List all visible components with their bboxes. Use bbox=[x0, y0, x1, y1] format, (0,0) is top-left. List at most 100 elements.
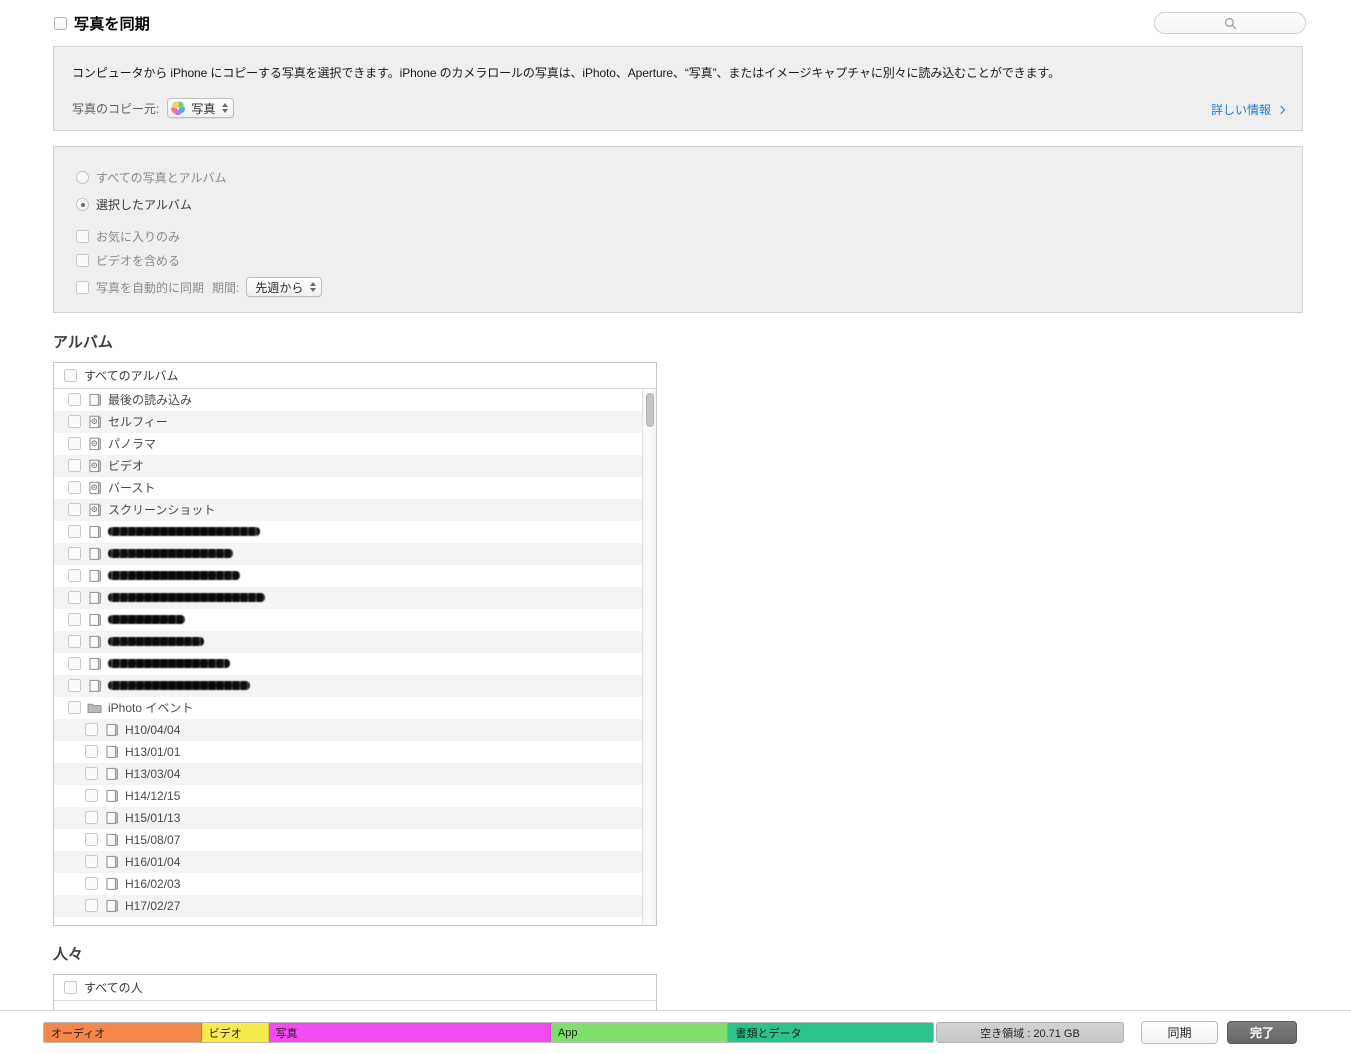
search-input[interactable] bbox=[1154, 12, 1306, 34]
album-row-checkbox[interactable] bbox=[68, 613, 81, 626]
album-row[interactable] bbox=[54, 675, 656, 697]
people-select-all-checkbox[interactable] bbox=[64, 981, 77, 994]
album-row-checkbox[interactable] bbox=[85, 789, 98, 802]
checkbox-icon-favorites[interactable] bbox=[76, 230, 89, 243]
album-row-checkbox[interactable] bbox=[68, 503, 81, 516]
album-row-label: パノラマ bbox=[108, 437, 157, 451]
capacity-bar: オーディオ ビデオ 写真 App 書類とデータ bbox=[43, 1022, 934, 1043]
album-row[interactable] bbox=[54, 543, 656, 565]
radio-all-photos-albums[interactable]: すべての写真とアルバム bbox=[76, 169, 227, 186]
album-row-checkbox[interactable] bbox=[85, 877, 98, 890]
smart-album-icon bbox=[87, 436, 102, 451]
album-row-checkbox[interactable] bbox=[68, 481, 81, 494]
album-row[interactable]: 最後の読み込み bbox=[54, 389, 656, 411]
album-row-checkbox[interactable] bbox=[85, 767, 98, 780]
album-row-checkbox[interactable] bbox=[68, 591, 81, 604]
checkbox-favorites-only[interactable]: お気に入りのみ bbox=[76, 228, 180, 245]
album-row-checkbox[interactable] bbox=[68, 679, 81, 692]
album-row-redacted-label bbox=[108, 593, 265, 602]
sync-button[interactable]: 同期 bbox=[1141, 1021, 1218, 1044]
album-row[interactable] bbox=[54, 609, 656, 631]
albums-select-all-row[interactable]: すべてのアルバム bbox=[54, 363, 656, 389]
album-icon bbox=[87, 525, 102, 539]
copy-source-value: 写真 bbox=[191, 101, 216, 116]
checkbox-include-videos[interactable]: ビデオを含める bbox=[76, 252, 180, 269]
album-row-label: バースト bbox=[108, 481, 156, 495]
radio-all-label: すべての写真とアルバム bbox=[96, 171, 227, 185]
album-row[interactable]: H13/03/04 bbox=[54, 763, 656, 785]
album-row[interactable]: パノラマ bbox=[54, 433, 656, 455]
checkbox-auto-sync-row[interactable]: 写真を自動的に同期 期間: 先週から bbox=[76, 277, 323, 297]
checkbox-icon-auto-sync[interactable] bbox=[76, 280, 89, 294]
album-row[interactable]: H16/01/04 bbox=[54, 851, 656, 873]
done-button[interactable]: 完了 bbox=[1227, 1021, 1297, 1044]
free-space-indicator: 空き領域 : 20.71 GB bbox=[936, 1022, 1124, 1043]
album-row[interactable]: スクリーンショット bbox=[54, 499, 656, 521]
album-row[interactable]: H16/02/03 bbox=[54, 873, 656, 895]
album-row[interactable]: セルフィー bbox=[54, 411, 656, 433]
chevron-updown-icon bbox=[222, 103, 229, 113]
period-dropdown[interactable]: 先週から bbox=[246, 277, 323, 297]
album-row-checkbox[interactable] bbox=[68, 525, 81, 538]
album-icon bbox=[87, 569, 102, 583]
album-icon bbox=[87, 657, 102, 671]
sync-photos-toggle[interactable]: 写真を同期 bbox=[54, 13, 150, 34]
radio-icon-selected[interactable] bbox=[76, 198, 89, 211]
album-row[interactable]: H17/02/27 bbox=[54, 895, 656, 917]
album-row-checkbox[interactable] bbox=[85, 833, 98, 846]
album-row-label: ビデオ bbox=[108, 459, 145, 473]
album-row[interactable]: H15/01/13 bbox=[54, 807, 656, 829]
album-row-checkbox[interactable] bbox=[85, 855, 98, 868]
sync-photos-checkbox[interactable] bbox=[54, 17, 67, 30]
radio-selected-albums[interactable]: 選択したアルバム bbox=[76, 196, 192, 213]
album-row[interactable]: H13/01/01 bbox=[54, 741, 656, 763]
album-row-checkbox[interactable] bbox=[85, 745, 98, 758]
album-row-checkbox[interactable] bbox=[68, 657, 81, 670]
album-row[interactable]: H14/12/15 bbox=[54, 785, 656, 807]
album-row-checkbox[interactable] bbox=[68, 415, 81, 428]
album-row[interactable] bbox=[54, 521, 656, 543]
album-row[interactable] bbox=[54, 631, 656, 653]
radio-selected-label: 選択したアルバム bbox=[96, 198, 192, 212]
album-row[interactable]: ビデオ bbox=[54, 455, 656, 477]
albums-scrollbar-thumb[interactable] bbox=[646, 393, 654, 427]
capacity-segment-label: 書類とデータ bbox=[735, 1027, 802, 1040]
album-icon bbox=[87, 635, 102, 649]
album-row[interactable] bbox=[54, 587, 656, 609]
header-bar: 写真を同期 bbox=[0, 0, 1351, 44]
album-row[interactable] bbox=[54, 565, 656, 587]
album-icon bbox=[104, 833, 119, 847]
album-row[interactable]: H15/08/07 bbox=[54, 829, 656, 851]
checkbox-favorites-label: お気に入りのみ bbox=[96, 230, 181, 244]
album-row-checkbox[interactable] bbox=[68, 547, 81, 560]
more-info-link[interactable]: 詳しい情報 bbox=[1211, 101, 1286, 118]
album-row-label: H15/01/13 bbox=[125, 810, 181, 825]
album-row-checkbox[interactable] bbox=[68, 459, 81, 472]
album-row-checkbox[interactable] bbox=[68, 635, 81, 648]
albums-list[interactable]: 最後の読み込み セルフィーパノラマビデオバーストスクリーンショット iPhoto イ… bbox=[54, 389, 656, 925]
album-row-checkbox[interactable] bbox=[85, 811, 98, 824]
album-row-checkbox[interactable] bbox=[68, 437, 81, 450]
smart-album-icon bbox=[87, 502, 102, 517]
album-row-checkbox[interactable] bbox=[85, 723, 98, 736]
album-row[interactable] bbox=[54, 653, 656, 675]
album-row-label: H13/03/04 bbox=[125, 766, 181, 781]
album-row-label: H10/04/04 bbox=[125, 722, 181, 737]
radio-icon-all[interactable] bbox=[76, 171, 89, 184]
checkbox-videos-label: ビデオを含める bbox=[96, 254, 181, 268]
album-row[interactable]: バースト bbox=[54, 477, 656, 499]
albums-select-all-checkbox[interactable] bbox=[64, 369, 77, 382]
album-row-checkbox[interactable] bbox=[85, 899, 98, 912]
options-panel: すべての写真とアルバム 選択したアルバム お気に入りのみ ビデオを含める 写真を… bbox=[53, 146, 1303, 313]
checkbox-icon-videos[interactable] bbox=[76, 254, 89, 267]
album-row[interactable]: iPhoto イベント bbox=[54, 697, 656, 719]
album-row-label: H13/01/01 bbox=[125, 744, 181, 759]
album-row-checkbox[interactable] bbox=[68, 701, 81, 714]
people-select-all-row[interactable]: すべての人 bbox=[54, 975, 656, 1001]
copy-source-dropdown[interactable]: 写真 bbox=[167, 98, 235, 118]
albums-scrollbar[interactable] bbox=[642, 389, 656, 925]
album-row-checkbox[interactable] bbox=[68, 393, 81, 406]
album-row-redacted-label bbox=[108, 615, 185, 624]
album-row[interactable]: H10/04/04 bbox=[54, 719, 656, 741]
album-row-checkbox[interactable] bbox=[68, 569, 81, 582]
